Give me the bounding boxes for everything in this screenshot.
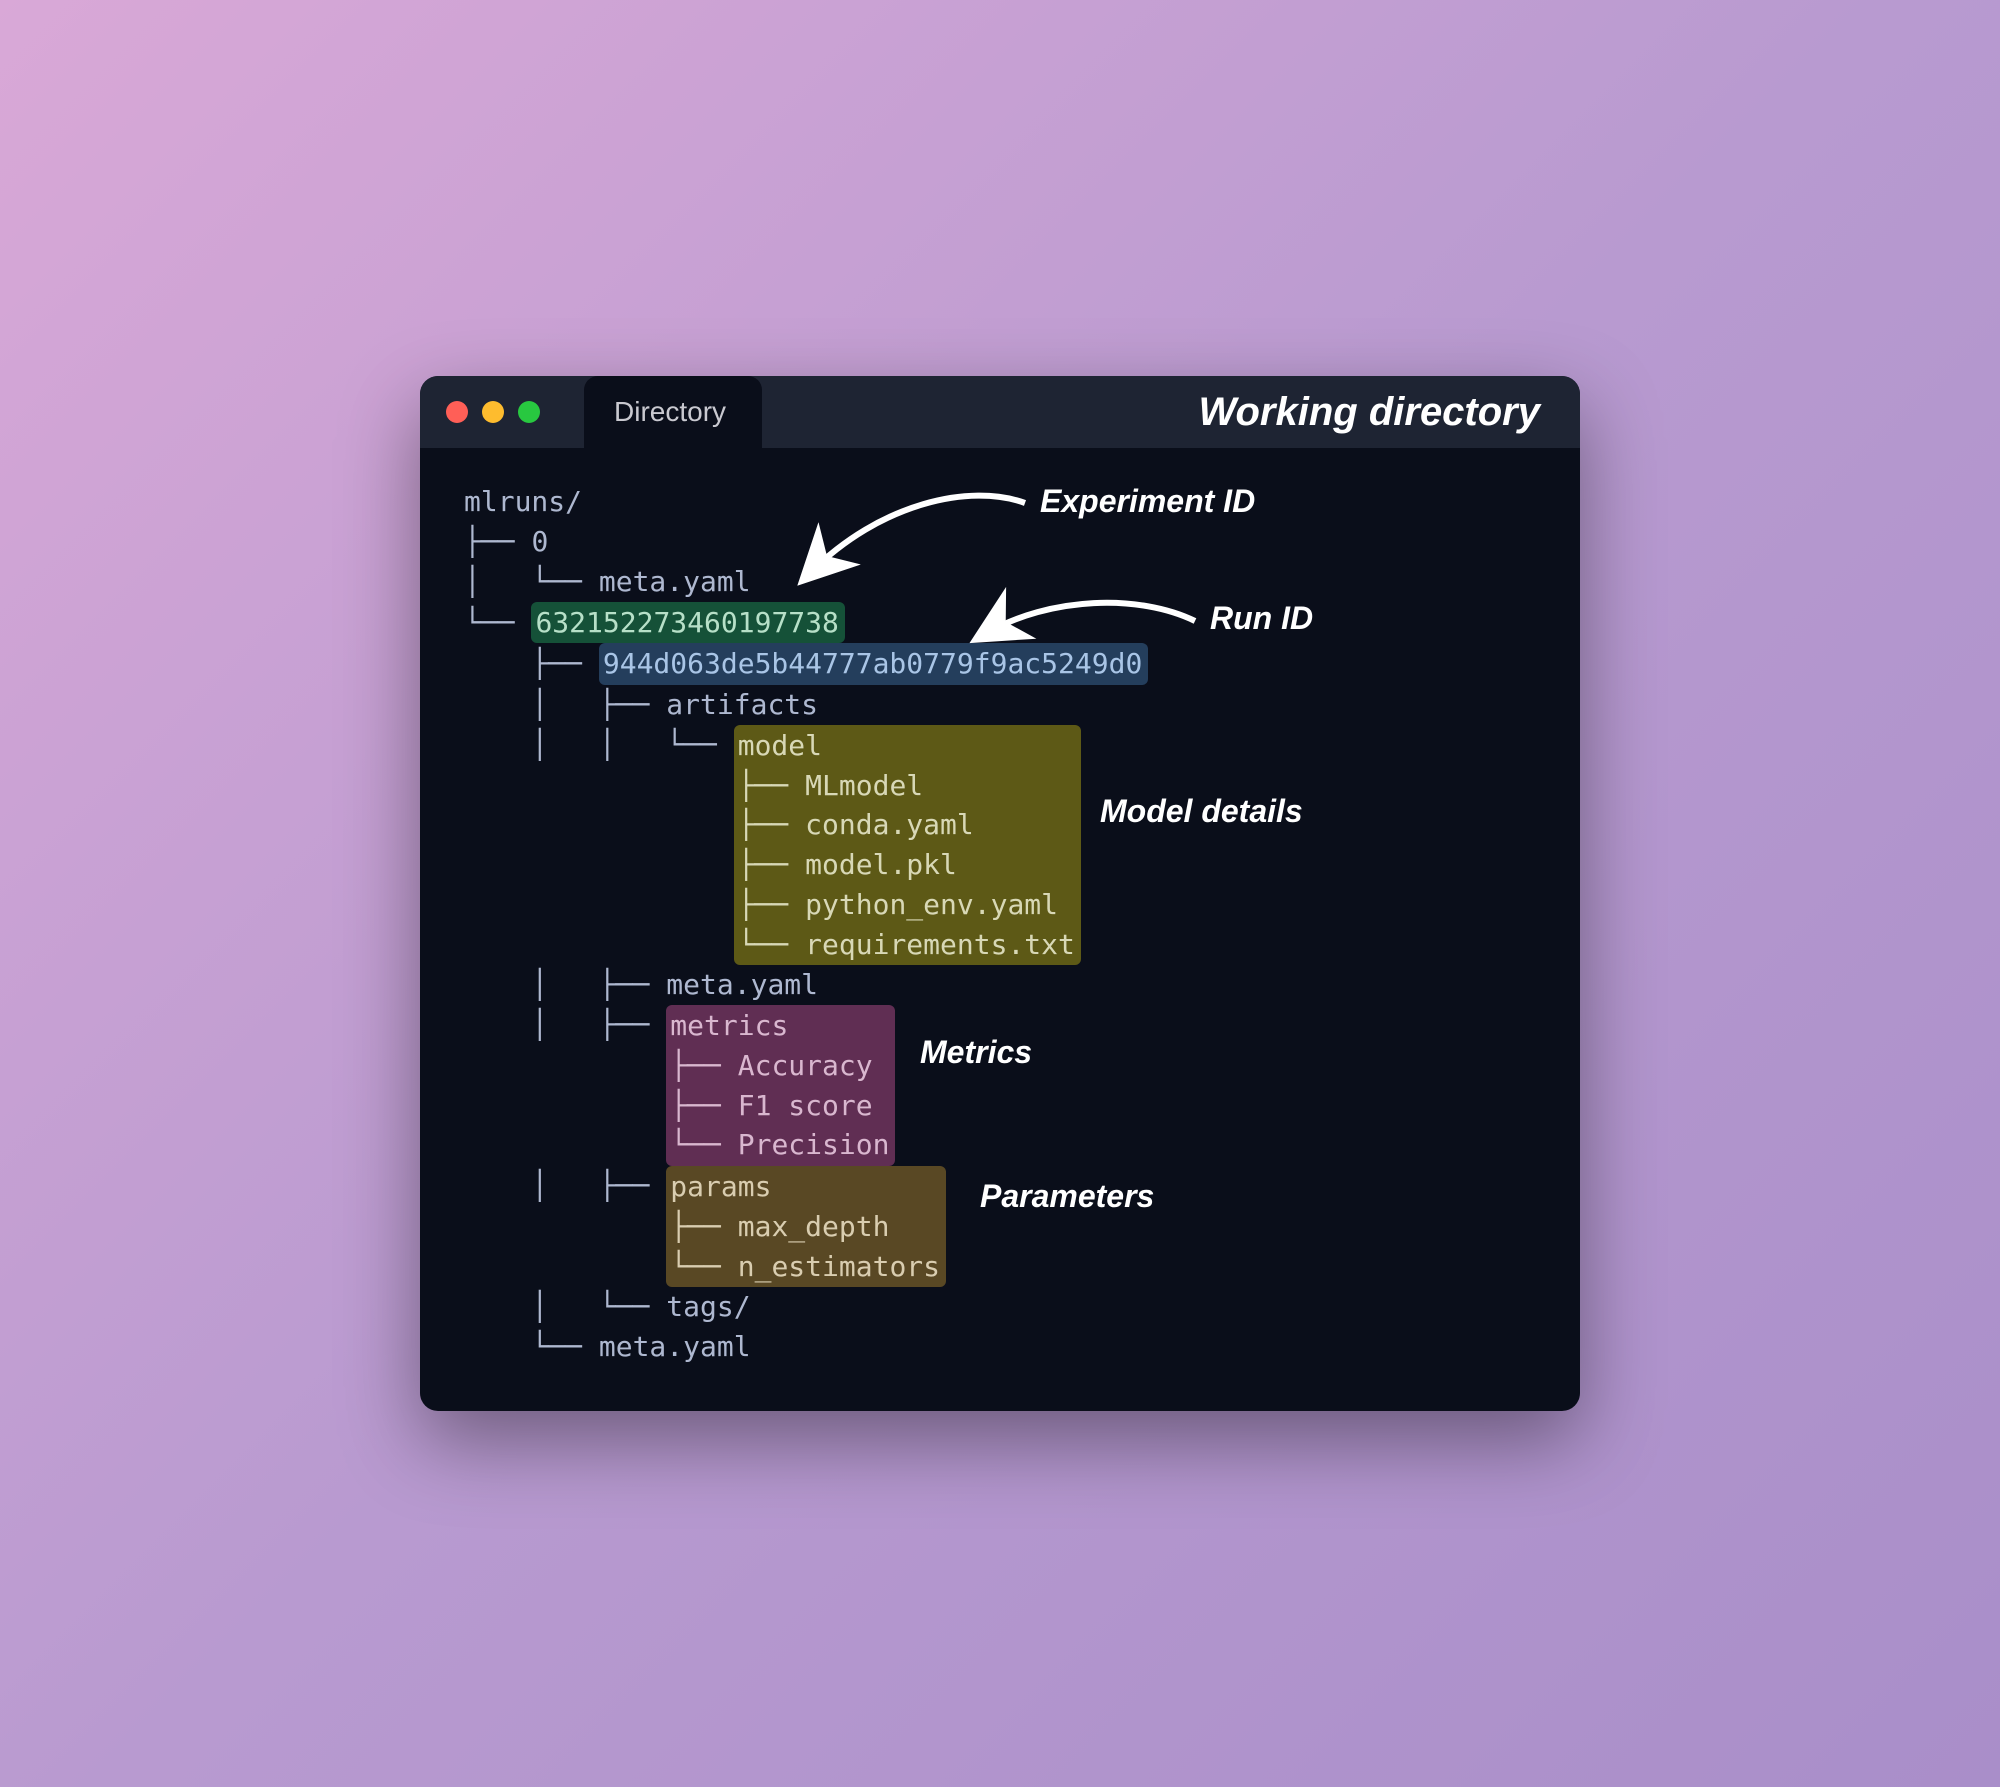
tree-metric: F1 score	[738, 1089, 873, 1122]
annotation-parameters: Parameters	[980, 1178, 1154, 1215]
tree-metric: Accuracy	[738, 1049, 873, 1082]
tree-model-dir: model	[738, 729, 822, 762]
tree-tags: tags/	[666, 1290, 750, 1323]
traffic-lights	[420, 401, 540, 423]
tree-run-meta: meta.yaml	[666, 968, 818, 1001]
tree-model-block: model ├── MLmodel ├── conda.yaml ├── mod…	[734, 725, 1081, 966]
tree-exp-zero-meta: meta.yaml	[599, 565, 751, 598]
tree-params-dir: params	[670, 1170, 771, 1203]
annotation-model-details: Model details	[1100, 793, 1303, 830]
tree-model-file: requirements.txt	[805, 928, 1075, 961]
directory-tree: mlruns/ ├── 0 │ └── meta.yaml └── 632152…	[464, 482, 1536, 1367]
window-title: Working directory	[1198, 390, 1580, 435]
close-icon[interactable]	[446, 401, 468, 423]
tree-model-file: python_env.yaml	[805, 888, 1058, 921]
tab-label: Directory	[614, 396, 726, 428]
tree-param: max_depth	[738, 1210, 890, 1243]
tree-metric: Precision	[738, 1128, 890, 1161]
tree-metrics-block: metrics ├── Accuracy ├── F1 score └── Pr…	[666, 1005, 895, 1166]
maximize-icon[interactable]	[518, 401, 540, 423]
tree-metrics-dir: metrics	[670, 1009, 788, 1042]
annotation-run-id: Run ID	[1210, 600, 1313, 637]
app-window: Directory Working directory mlruns/ ├── …	[420, 376, 1580, 1411]
tree-param: n_estimators	[738, 1250, 940, 1283]
tab-directory[interactable]: Directory	[584, 376, 762, 448]
tree-exp-meta: meta.yaml	[599, 1330, 751, 1363]
tree-exp-zero: 0	[531, 525, 548, 558]
tree-params-block: params ├── max_depth └── n_estimators	[666, 1166, 946, 1287]
tree-model-file: model.pkl	[805, 848, 957, 881]
tree-model-file: conda.yaml	[805, 808, 974, 841]
tree-run-id: 944d063de5b44777ab0779f9ac5249d0	[599, 643, 1148, 685]
tree-root: mlruns/	[464, 485, 582, 518]
tree-artifacts: artifacts	[666, 688, 818, 721]
minimize-icon[interactable]	[482, 401, 504, 423]
tree-model-file: MLmodel	[805, 769, 923, 802]
annotation-experiment-id: Experiment ID	[1040, 483, 1255, 520]
tree-experiment-id: 632152273460197738	[531, 602, 844, 644]
title-bar: Directory Working directory	[420, 376, 1580, 448]
content-area: mlruns/ ├── 0 │ └── meta.yaml └── 632152…	[420, 448, 1580, 1411]
annotation-metrics: Metrics	[920, 1034, 1032, 1071]
